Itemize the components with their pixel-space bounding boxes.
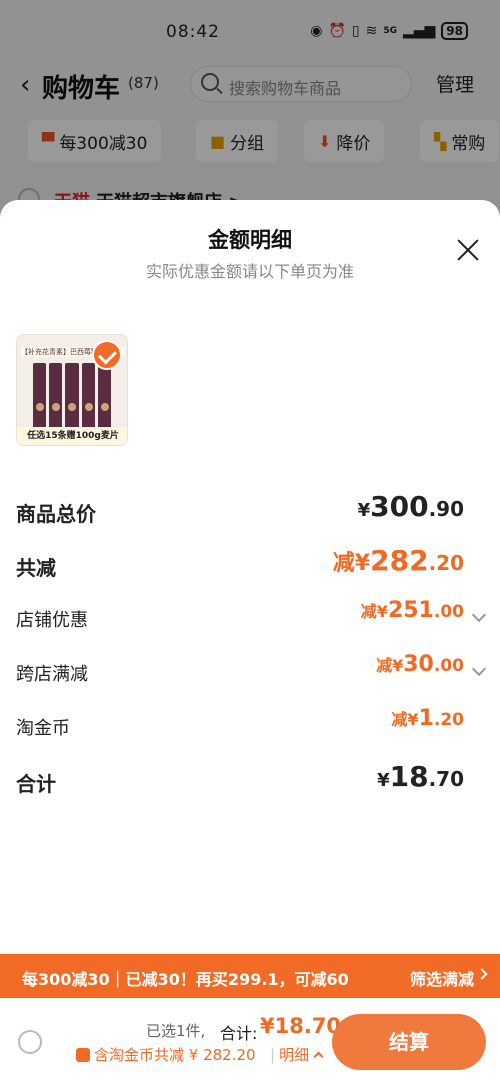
- chevron-up-icon: [313, 1051, 324, 1062]
- coin-icon: [76, 1048, 90, 1062]
- row-label: 商品总价: [16, 502, 96, 526]
- row-value: ¥18.70: [377, 760, 464, 793]
- row-label: 店铺优惠: [16, 610, 88, 631]
- check-icon: [92, 340, 122, 370]
- row-label: 合计: [16, 772, 56, 796]
- sheet-subtitle: 实际优惠金额请以下单页为准: [145, 262, 354, 281]
- total-label: 合计:: [220, 1024, 258, 1043]
- row-coins: 淘金币 减¥1.20: [0, 706, 500, 746]
- chevron-down-icon[interactable]: [471, 607, 487, 623]
- row-value: 减¥282.20: [332, 544, 464, 577]
- row-label: 淘金币: [16, 718, 70, 739]
- row-subtotal: 商品总价 ¥300.90: [0, 490, 500, 530]
- product-image: [33, 363, 112, 429]
- thumb-caption: 任选15条赠100g麦片: [17, 427, 127, 445]
- checkout-button[interactable]: 结算: [332, 1014, 486, 1070]
- row-store-discount[interactable]: 店铺优惠 减¥251.00: [0, 598, 500, 638]
- row-value: 减¥1.20: [391, 706, 464, 731]
- promo-banner: 每300减30｜已减30！再买299.1，可减60 筛选满减: [0, 954, 500, 998]
- total-value: ¥18.70: [260, 1014, 342, 1038]
- row-value: 减¥30.00: [376, 652, 464, 677]
- row-label: 跨店满减: [16, 664, 88, 685]
- chevron-down-icon[interactable]: [471, 661, 487, 677]
- row-label: 共减: [16, 556, 56, 580]
- filter-discount-button[interactable]: 筛选满减: [410, 966, 474, 990]
- row-value: ¥300.90: [357, 490, 464, 523]
- row-total-discount: 共减 减¥282.20: [0, 544, 500, 584]
- row-cross-store-discount[interactable]: 跨店满减 减¥30.00: [0, 652, 500, 692]
- detail-toggle[interactable]: | 明细: [270, 1044, 324, 1065]
- amount-detail-sheet: 金额明细 实际优惠金额请以下单页为准 【补充花青素】巴西莓粉 任选15条赠100…: [0, 200, 500, 1000]
- close-icon[interactable]: [456, 238, 480, 262]
- checkout-bar: 已选1件, 合计: ¥18.70 含淘金币共减 ¥ 282.20 | 明细 结算: [0, 998, 500, 1085]
- row-grand-total: 合计 ¥18.70: [0, 760, 500, 800]
- coin-discount-line: 含淘金币共减 ¥ 282.20: [76, 1044, 256, 1065]
- select-all-checkbox[interactable]: [18, 1030, 42, 1054]
- promo-text: 每300减30｜已减30！再买299.1，可减60: [22, 970, 349, 989]
- row-value: 减¥251.00: [360, 598, 464, 623]
- selected-count: 已选1件,: [146, 1022, 206, 1040]
- sheet-title: 金额明细: [208, 228, 292, 252]
- chevron-right-icon: [476, 968, 488, 980]
